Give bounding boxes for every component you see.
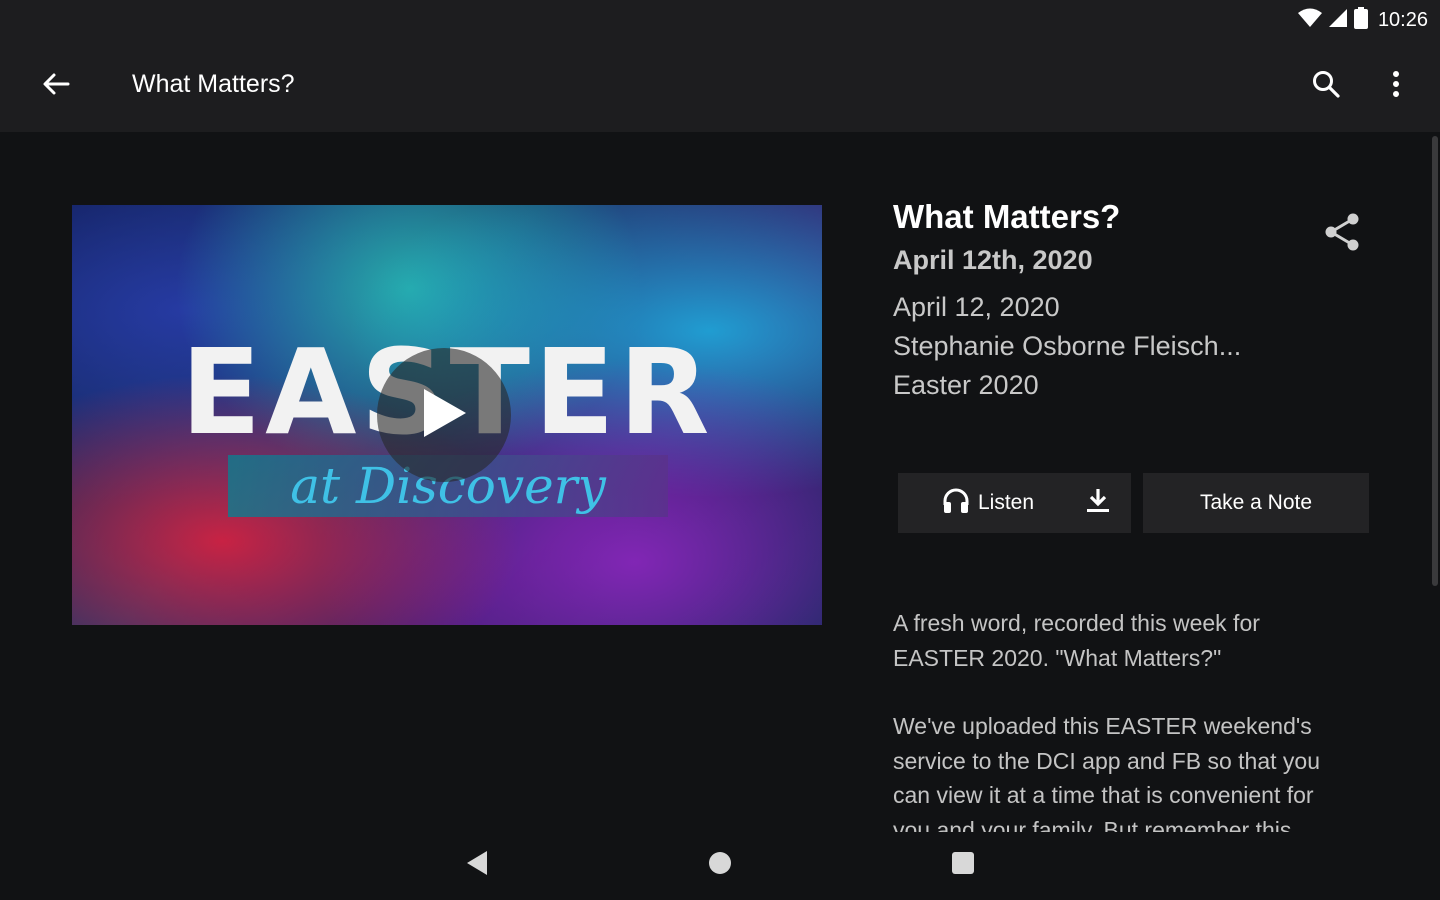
more-options-button[interactable] bbox=[1376, 66, 1416, 106]
sermon-date-heading: April 12th, 2020 bbox=[893, 245, 1093, 275]
app-bar: What Matters? bbox=[0, 40, 1440, 132]
search-button[interactable] bbox=[1306, 66, 1346, 106]
cell-signal-icon bbox=[1328, 8, 1348, 33]
play-button[interactable] bbox=[377, 348, 511, 482]
sermon-speaker: Stephanie Osborne Fleisch... bbox=[893, 331, 1242, 361]
status-bar: 10:26 bbox=[0, 0, 1440, 40]
play-icon bbox=[420, 387, 468, 444]
nav-back-icon bbox=[465, 850, 489, 881]
sermon-description: A fresh word, recorded this week for EAS… bbox=[893, 606, 1343, 832]
listen-button-group: Listen bbox=[898, 473, 1131, 533]
status-time: 10:26 bbox=[1377, 8, 1428, 31]
nav-home-icon bbox=[708, 851, 732, 880]
sermon-series: Easter 2020 bbox=[893, 370, 1039, 400]
more-vert-icon bbox=[1392, 70, 1400, 102]
status-icons bbox=[1297, 6, 1368, 34]
video-thumbnail[interactable]: EASTER at Discovery bbox=[72, 205, 822, 625]
headphones-icon bbox=[942, 487, 970, 520]
take-a-note-button[interactable]: Take a Note bbox=[1143, 473, 1369, 533]
download-icon bbox=[1084, 487, 1112, 520]
wifi-icon bbox=[1297, 8, 1322, 33]
search-icon bbox=[1312, 70, 1340, 103]
system-nav-bar bbox=[0, 832, 1440, 900]
battery-icon bbox=[1353, 6, 1368, 34]
nav-recents-icon bbox=[951, 851, 975, 880]
sermon-date: April 12, 2020 bbox=[893, 292, 1060, 322]
back-button[interactable] bbox=[36, 66, 76, 106]
listen-label: Listen bbox=[978, 491, 1035, 514]
main-content[interactable]: EASTER at Discovery What Matters? April … bbox=[0, 132, 1440, 832]
nav-home-button[interactable] bbox=[705, 850, 735, 880]
nav-recents-button[interactable] bbox=[948, 850, 978, 880]
description-paragraph: A fresh word, recorded this week for EAS… bbox=[893, 610, 1260, 671]
share-icon bbox=[1323, 212, 1361, 257]
listen-button[interactable]: Listen bbox=[898, 473, 1034, 533]
sermon-title: What Matters? bbox=[893, 198, 1121, 235]
page-title: What Matters? bbox=[132, 70, 295, 98]
arrow-back-icon bbox=[42, 72, 70, 101]
scrollbar[interactable] bbox=[1432, 136, 1438, 586]
description-paragraph: We've uploaded this EASTER weekend's ser… bbox=[893, 713, 1321, 832]
share-button[interactable] bbox=[1318, 210, 1366, 258]
download-button[interactable] bbox=[1078, 483, 1118, 523]
nav-back-button[interactable] bbox=[462, 850, 492, 880]
